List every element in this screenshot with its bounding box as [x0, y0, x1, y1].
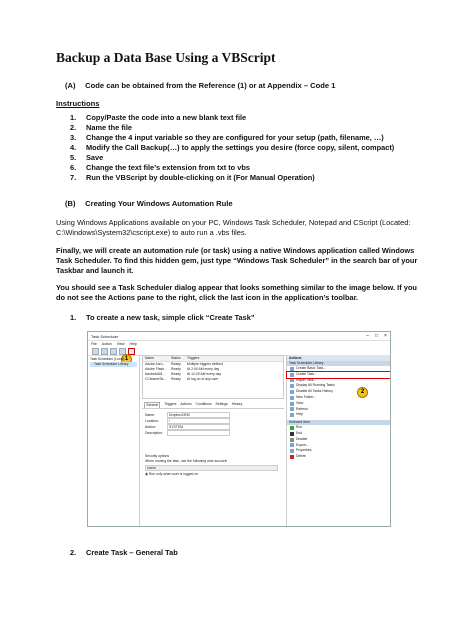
steps-list: 1. Copy/Paste the code into a new blank t…: [56, 113, 394, 183]
window-titlebar: Task Scheduler – □ ×: [88, 332, 390, 341]
tab-actions: Actions: [180, 402, 192, 406]
maximize-icon: □: [374, 333, 379, 339]
step-item: 1. Copy/Paste the code into a new blank t…: [70, 113, 247, 122]
callout-badge-2: 2: [357, 387, 368, 398]
general-form: Name: DropboxOEM Location: \ Author: SYSTEM…: [142, 409, 284, 480]
section-b-label: (B): [65, 199, 76, 208]
window-title: Task Scheduler: [91, 333, 119, 339]
step-item: 2. Name the file: [70, 123, 133, 132]
tab-settings: Settings: [215, 402, 228, 406]
tab-history: History: [231, 402, 243, 406]
section-b-text: Creating Your Windows Automation Rule: [85, 199, 233, 208]
paragraph-1: Using Windows Applications available on …: [56, 218, 411, 237]
folder-icon: [110, 347, 117, 355]
section-b-heading: (B) Creating Your Windows Automation Rul…: [65, 199, 233, 208]
section-a-text: Code can be obtained from the Reference …: [85, 81, 336, 90]
tab-conditions: Conditions: [195, 402, 212, 406]
menu-action: Action: [101, 342, 112, 346]
tab-general: General: [144, 402, 161, 408]
console-tree: Task Scheduler (Local) Task Scheduler Li…: [88, 355, 140, 526]
action-delete: Delete: [287, 454, 390, 460]
instructions-heading: Instructions: [56, 99, 100, 108]
step-item: 3. Change the 4 input variable so they ar…: [70, 133, 384, 142]
section-a-label: (A): [65, 81, 76, 90]
step-item: 4. Modify the Call Backup(…) to apply the…: [70, 143, 395, 152]
tab-triggers: Triggers: [164, 402, 177, 406]
close-icon: ×: [384, 333, 387, 339]
security-options: Security options When running the task, …: [145, 454, 281, 477]
menu-view: View: [116, 342, 125, 346]
section-a-heading: (A) Code can be obtained from the Refere…: [65, 81, 335, 90]
actions-pane-icon: [128, 347, 135, 355]
actions-pane: Actions Task Scheduler Library Create Ba…: [286, 355, 390, 526]
step-item: 5. Save: [70, 153, 104, 162]
menu-help: Help: [129, 342, 137, 346]
item-2: 2. Create Task – General Tab: [70, 548, 178, 557]
minimize-icon: –: [366, 333, 369, 339]
detail-tabs: General Triggers Actions Conditions Sett…: [142, 402, 284, 409]
task-grid: Name Status Triggers Adobe Acro... Ready Mul…: [142, 355, 284, 399]
step-item: 6. Change the text file’s extension from …: [70, 163, 250, 172]
back-icon: [92, 347, 99, 355]
task-pane: Name Status Triggers Adobe Acro... Ready Mul…: [142, 355, 284, 526]
paragraph-2: Finally, we will create an automation ru…: [56, 246, 418, 275]
menu-file: File: [91, 342, 97, 346]
item-1: 1. To create a new task, simple click “Cr…: [70, 313, 255, 322]
forward-icon: [101, 347, 108, 355]
step-item: 7. Run the VBScript by double-clicking on…: [70, 173, 315, 182]
document-title: Backup a Data Base Using a VBScript: [56, 50, 276, 65]
tree-library: Task Scheduler Library: [90, 362, 137, 367]
paragraph-3: You should see a Task Scheduler dialog a…: [56, 283, 417, 302]
task-scheduler-screenshot: Task Scheduler – □ × File Action View Help…: [87, 331, 391, 527]
table-row: CCleanerSk... Ready At log on of any user: [145, 377, 219, 381]
document-page: Backup a Data Base Using a VBScript (A) …: [0, 0, 474, 632]
